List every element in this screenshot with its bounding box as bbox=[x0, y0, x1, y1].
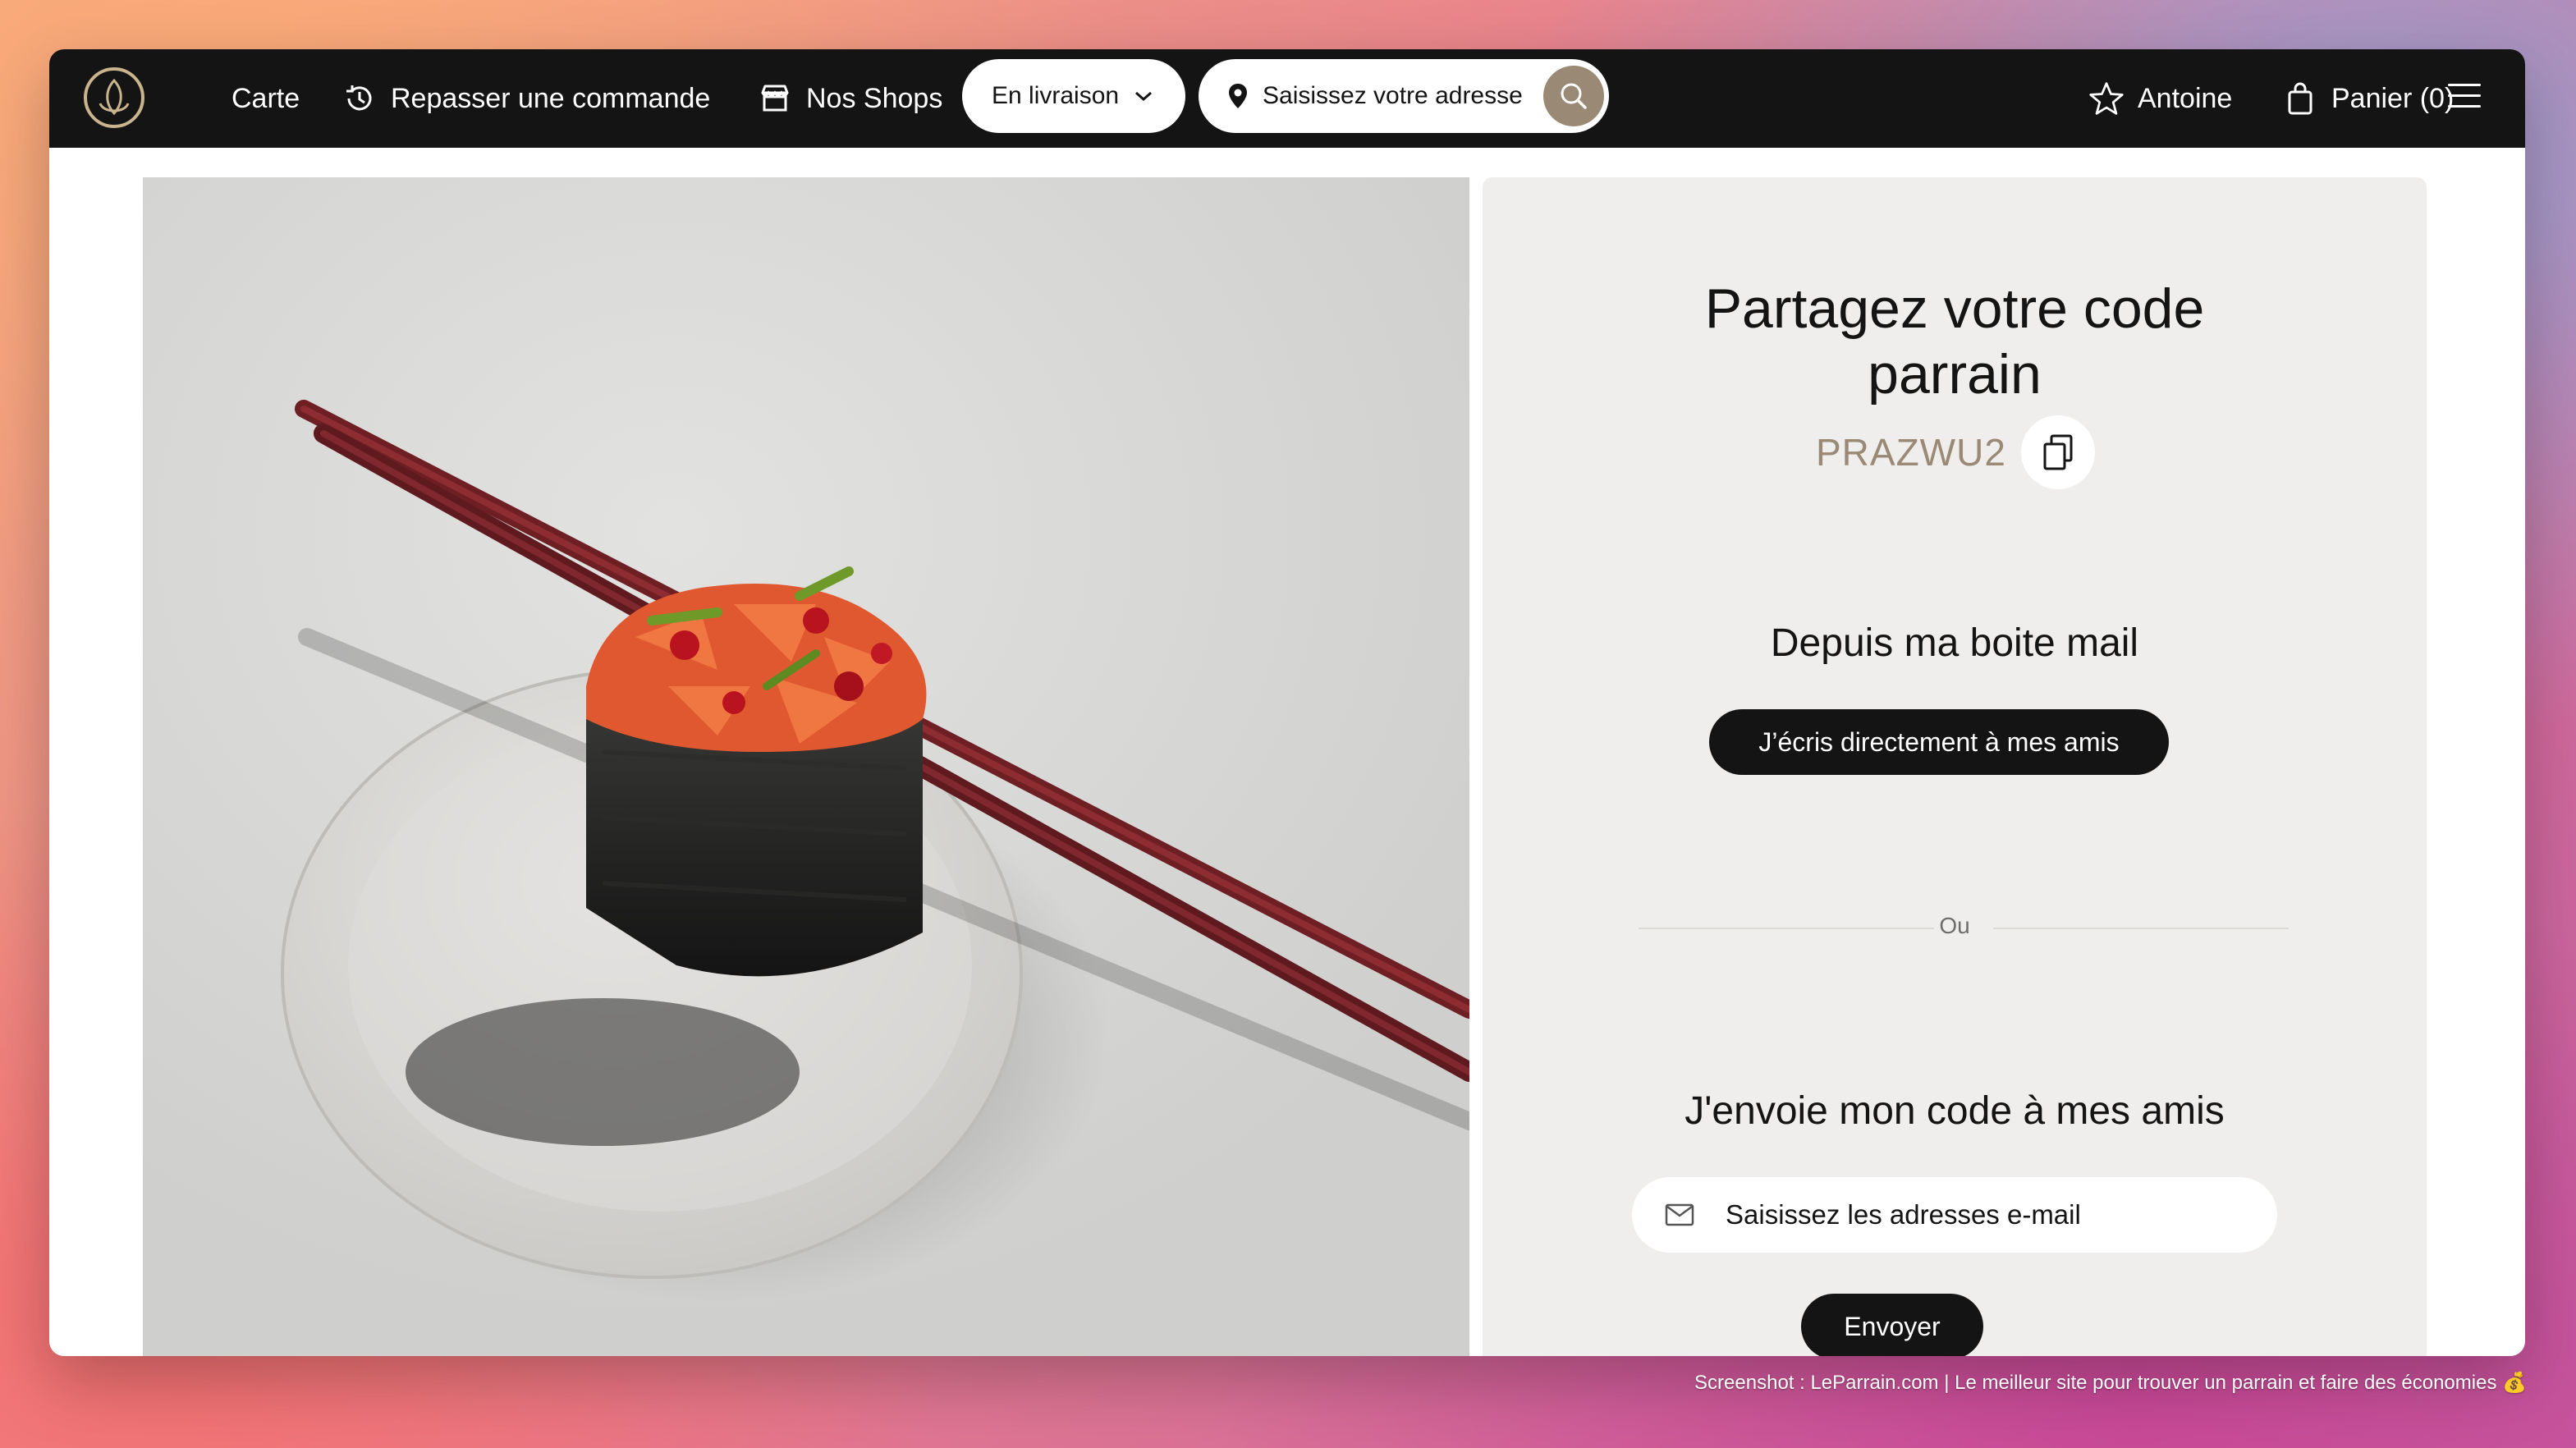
nav-carte-link[interactable]: Carte bbox=[231, 49, 300, 148]
referral-code: PRAZWU2 bbox=[1816, 431, 2006, 474]
delivery-mode-label: En livraison bbox=[992, 82, 1120, 109]
email-addresses-input[interactable] bbox=[1724, 1198, 2236, 1231]
hero-sushi-image bbox=[143, 177, 1469, 1356]
send-section-title: J'envoie mon code à mes amis bbox=[1684, 1089, 2225, 1133]
top-navigation-bar: Carte Repasser une commande Nos Shops En… bbox=[49, 49, 2525, 148]
email-addresses-field[interactable] bbox=[1632, 1177, 2277, 1253]
referral-title: Partagez votre code parrain bbox=[1483, 276, 2427, 407]
brand-logo-icon[interactable] bbox=[84, 67, 144, 128]
referral-code-row: PRAZWU2 bbox=[1483, 415, 2427, 489]
referral-title-line2: parrain bbox=[1868, 343, 2042, 406]
send-button-label: Envoyer bbox=[1844, 1311, 1941, 1341]
chevron-down-icon bbox=[1134, 89, 1153, 103]
hamburger-menu-icon[interactable] bbox=[2448, 84, 2481, 110]
copy-icon bbox=[2043, 434, 2073, 470]
address-search-bar[interactable]: Saisissez votre adresse bbox=[1199, 59, 1609, 133]
nav-carte-label: Carte bbox=[231, 82, 300, 114]
nav-shops-label: Nos Shops bbox=[806, 82, 943, 114]
account-link[interactable]: Antoine bbox=[2088, 49, 2232, 148]
referral-title-line1: Partagez votre code bbox=[1704, 277, 2205, 340]
clock-history-icon bbox=[341, 80, 378, 117]
shopping-bag-icon bbox=[2282, 80, 2318, 117]
send-button[interactable]: Envoyer bbox=[1801, 1294, 1983, 1356]
nav-shops-link[interactable]: Nos Shops bbox=[757, 49, 942, 148]
separator-or-label: Ou bbox=[1939, 913, 1970, 938]
browser-window: Carte Repasser une commande Nos Shops En… bbox=[49, 49, 2525, 1356]
address-placeholder: Saisissez votre adresse bbox=[1263, 82, 1523, 109]
search-icon bbox=[1561, 83, 1587, 109]
mail-icon bbox=[1665, 1203, 1694, 1226]
nav-reorder-label: Repasser une commande bbox=[391, 82, 711, 114]
delivery-mode-dropdown[interactable]: En livraison bbox=[962, 59, 1185, 133]
mail-section-title: Depuis ma boite mail bbox=[1770, 621, 2139, 665]
separator-line-right bbox=[1993, 928, 2289, 929]
store-icon bbox=[757, 80, 793, 117]
write-to-friends-button[interactable]: J’écris directement à mes amis bbox=[1709, 709, 2169, 775]
search-button[interactable] bbox=[1543, 66, 1604, 126]
star-icon bbox=[2088, 80, 2125, 117]
location-pin-icon bbox=[1226, 82, 1249, 110]
cart-link[interactable]: Panier (0) bbox=[2282, 49, 2454, 148]
nav-reorder-link[interactable]: Repasser une commande bbox=[341, 49, 710, 148]
copy-code-button[interactable] bbox=[2021, 415, 2095, 489]
write-to-friends-label: J’écris directement à mes amis bbox=[1758, 726, 2120, 757]
referral-panel: Partagez votre code parrain PRAZWU2 Depu… bbox=[1483, 177, 2427, 1356]
account-username: Antoine bbox=[2138, 82, 2233, 114]
cart-label: Panier (0) bbox=[2331, 82, 2455, 114]
screenshot-credit-note: Screenshot : LeParrain.com | Le meilleur… bbox=[1694, 1372, 2527, 1394]
